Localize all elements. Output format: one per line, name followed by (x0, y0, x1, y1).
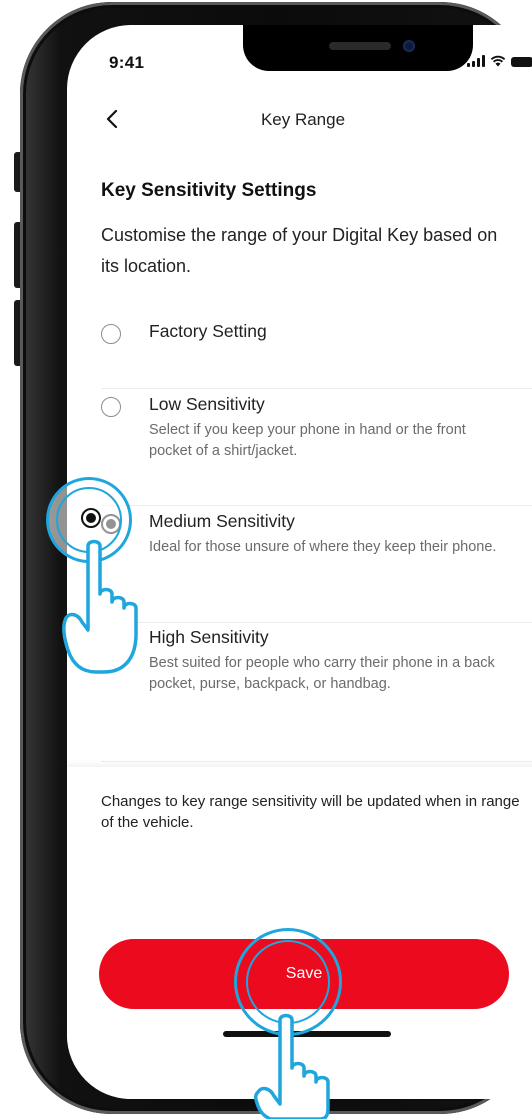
section-title: Key Sensitivity Settings (101, 180, 317, 201)
tap-hand-icon (254, 1013, 330, 1119)
option-label: Factory Setting (149, 321, 267, 341)
divider (101, 505, 532, 506)
front-camera (403, 40, 415, 52)
option-label: High Sensitivity (149, 627, 269, 647)
radio-icon[interactable] (101, 324, 121, 344)
status-time: 9:41 (109, 53, 145, 72)
speaker-grille (329, 42, 391, 50)
battery-icon (511, 57, 532, 67)
wifi-icon (490, 55, 506, 67)
tap-hand-icon (62, 539, 138, 674)
option-description: Select if you keep your phone in hand or… (149, 422, 466, 459)
divider (101, 622, 532, 623)
signal-icon (467, 55, 485, 67)
option-label: Low Sensitivity (149, 394, 265, 414)
page-title: Key Range (260, 110, 346, 129)
radio-selected-icon (81, 508, 101, 528)
section-description: Customise the range of your Digital Key … (101, 225, 498, 276)
footer-note: Changes to key range sensitivity will be… (101, 793, 520, 831)
divider (101, 761, 532, 762)
option-description: Ideal for those unsure of where they kee… (149, 539, 497, 555)
divider (101, 388, 532, 389)
notch (243, 25, 473, 71)
option-label: Medium Sensitivity (149, 511, 295, 531)
option-description: Best suited for people who carry their p… (149, 655, 495, 692)
radio-icon[interactable] (101, 397, 121, 417)
status-icons (467, 55, 532, 67)
